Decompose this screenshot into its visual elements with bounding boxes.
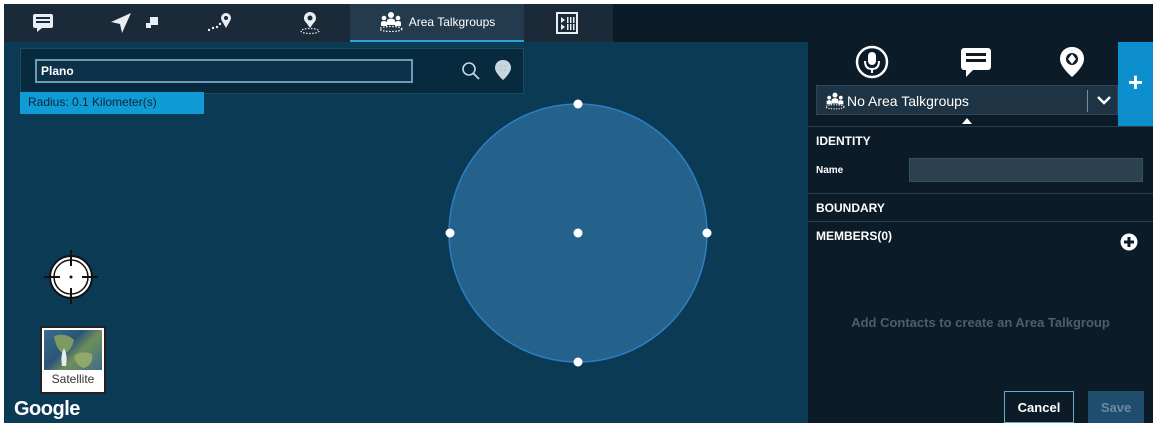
- members-header: MEMBERS(0): [816, 229, 893, 243]
- locate-pin-button[interactable]: [493, 59, 513, 81]
- satellite-toggle-button[interactable]: Satellite: [40, 326, 106, 394]
- google-logo: Google: [14, 398, 80, 420]
- add-member-button[interactable]: [1120, 233, 1138, 251]
- bottom-resize-handle[interactable]: [573, 357, 583, 367]
- chat-icon: [961, 48, 991, 77]
- satellite-thumbnail: [44, 330, 102, 370]
- tab-area-talkgroups[interactable]: Area Talkgroups: [350, 4, 524, 42]
- map-pin-icon: [495, 60, 511, 80]
- right-resize-handle[interactable]: [702, 228, 712, 238]
- recenter-button[interactable]: [42, 248, 100, 306]
- area-talkgroup-panel: + No Area Talkgroups IDENTITY Name BOUND…: [808, 42, 1153, 423]
- left-resize-handle[interactable]: [445, 228, 455, 238]
- small-square-icon: [146, 17, 158, 28]
- center-handle[interactable]: [573, 228, 583, 238]
- search-button[interactable]: [461, 61, 481, 81]
- chevron-down-icon: [1097, 96, 1111, 105]
- cancel-button[interactable]: Cancel: [1004, 391, 1074, 423]
- tab-route[interactable]: [200, 4, 240, 42]
- globe-image-icon: [54, 334, 93, 368]
- area-talkgroup-select-value: No Area Talkgroups: [847, 93, 969, 109]
- tab-location[interactable]: [294, 4, 326, 42]
- area-talkgroups-icon: [379, 12, 403, 33]
- boundary-header: BOUNDARY: [816, 201, 885, 215]
- tab-messages[interactable]: [26, 4, 60, 42]
- add-area-talkgroup-button[interactable]: +: [1118, 42, 1153, 126]
- tab-bar-filler: [613, 4, 1153, 42]
- map-view[interactable]: Radius: 0.1 Kilometer(s) Satellite Googl…: [4, 42, 808, 423]
- area-talkgroup-form: IDENTITY Name BOUNDARY MEMBERS(0) Add Co…: [808, 126, 1153, 423]
- location-search-input[interactable]: [35, 59, 413, 83]
- message-icon: [33, 14, 53, 32]
- radius-indicator: Radius: 0.1 Kilometer(s): [20, 92, 204, 114]
- media-grid-icon: [556, 12, 578, 34]
- section-divider: [808, 221, 1153, 222]
- location-pin-icon: [300, 12, 320, 35]
- area-talkgroups-icon: [825, 92, 845, 110]
- name-label: Name: [816, 165, 844, 176]
- microphone-icon: [855, 45, 889, 79]
- navigate-arrow-icon: [111, 13, 131, 33]
- location-button[interactable]: [1054, 44, 1090, 80]
- map-search-panel: [20, 48, 524, 94]
- voice-call-button[interactable]: [854, 44, 890, 80]
- section-divider: [808, 193, 1153, 194]
- panel-action-icons: [808, 42, 1118, 84]
- empty-members-message: Add Contacts to create an Area Talkgroup: [851, 315, 1110, 330]
- search-icon: [462, 62, 480, 80]
- map-marker-icon: [1060, 47, 1084, 77]
- chat-button[interactable]: [958, 44, 994, 80]
- save-button[interactable]: Save: [1088, 391, 1144, 423]
- satellite-label: Satellite: [51, 372, 95, 386]
- plus-circle-icon: [1120, 233, 1138, 251]
- tab-area-talkgroups-label: Area Talkgroups: [408, 15, 496, 29]
- top-resize-handle[interactable]: [573, 99, 583, 109]
- dropdown-caret-icon: [962, 118, 972, 124]
- area-talkgroup-select[interactable]: No Area Talkgroups: [816, 85, 1118, 115]
- route-pin-icon: [207, 13, 231, 32]
- identity-header: IDENTITY: [816, 134, 871, 148]
- name-field[interactable]: [909, 158, 1143, 182]
- crosshair-icon: [44, 250, 98, 304]
- dropdown-divider: [1087, 90, 1088, 112]
- top-tab-bar: Area Talkgroups: [4, 4, 613, 42]
- tab-media[interactable]: [552, 4, 582, 42]
- tab-navigation[interactable]: [94, 4, 174, 42]
